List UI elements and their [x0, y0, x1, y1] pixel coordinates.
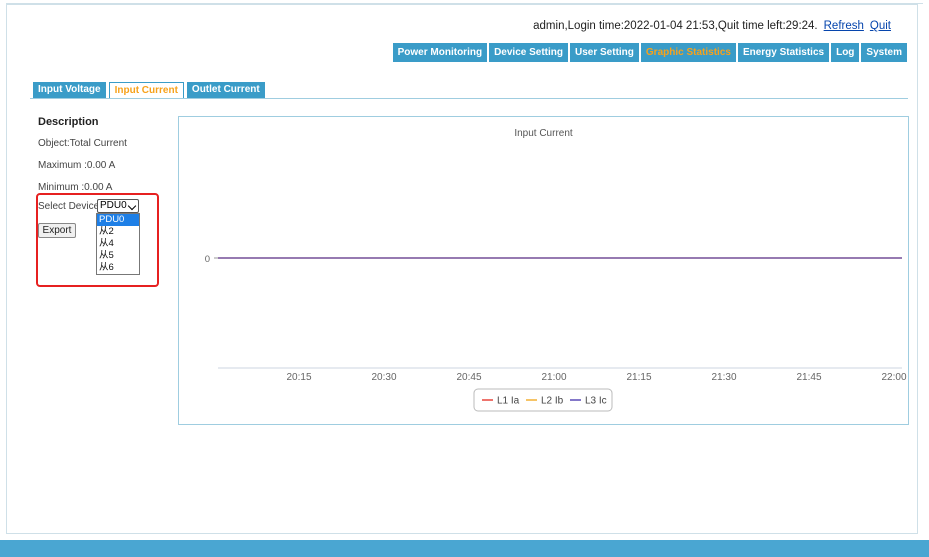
nav-energy-statistics[interactable]: Energy Statistics [737, 43, 830, 62]
device-option[interactable]: 从4 [97, 238, 139, 250]
maximum-value: Maximum :0.00 A [38, 160, 116, 171]
device-select-value: PDU0 [100, 200, 127, 211]
export-button[interactable]: Export [38, 223, 76, 238]
device-option[interactable]: 从2 [97, 226, 139, 238]
device-option[interactable]: PDU0 [97, 214, 139, 226]
tab-outlet-current[interactable]: Outlet Current [186, 82, 265, 98]
nav-device-setting[interactable]: Device Setting [489, 43, 568, 62]
input-current-chart: Input Current 0 20:15 20:30 20:45 21:00 21:15 2… [205, 128, 907, 412]
legend-label: L2 Ib [541, 396, 564, 407]
sub-tabs: Input Voltage Input Current Outlet Curre… [33, 82, 265, 98]
nav-log[interactable]: Log [831, 43, 860, 62]
x-tick-label: 21:15 [626, 372, 651, 383]
x-tick-label: 20:30 [371, 372, 396, 383]
chevron-down-icon [127, 201, 137, 211]
legend-label: L3 Ic [585, 396, 607, 407]
description-title: Description [38, 116, 99, 128]
nav-system[interactable]: System [861, 43, 907, 62]
x-tick-label: 22:00 [881, 372, 906, 383]
quit-link[interactable]: Quit [870, 20, 891, 32]
login-info: admin,Login time:2022-01-04 21:53,Quit t… [533, 20, 818, 32]
y-tick-label: 0 [205, 254, 210, 265]
x-tick-label: 21:45 [796, 372, 821, 383]
refresh-link[interactable]: Refresh [824, 20, 864, 32]
select-device-label: Select Device: [38, 201, 102, 212]
chart-title: Input Current [514, 128, 573, 139]
tab-input-current[interactable]: Input Current [108, 82, 184, 98]
device-option[interactable]: 从5 [97, 250, 139, 262]
footer-bar [0, 540, 929, 557]
nav-power-monitoring[interactable]: Power Monitoring [392, 43, 488, 62]
x-tick-label: 20:15 [286, 372, 311, 383]
x-tick-label: 20:45 [456, 372, 481, 383]
minimum-value: Minimum :0.00 A [38, 182, 113, 193]
x-tick-label: 21:30 [711, 372, 736, 383]
nav-user-setting[interactable]: User Setting [570, 43, 639, 62]
legend-label: L1 Ia [497, 396, 520, 407]
device-dropdown: PDU0 从2 从4 从5 从6 [96, 213, 140, 275]
device-select[interactable]: PDU0 [97, 199, 139, 213]
description-panel: Description Object:Total Current Maximum… [38, 116, 127, 204]
main-nav: Power Monitoring Device Setting User Set… [392, 43, 907, 62]
tab-input-voltage[interactable]: Input Voltage [33, 82, 106, 98]
login-bar: admin,Login time:2022-01-04 21:53,Quit t… [533, 20, 891, 32]
tab-divider [30, 98, 908, 99]
x-tick-label: 21:00 [541, 372, 566, 383]
device-option[interactable]: 从6 [97, 262, 139, 274]
nav-graphic-statistics[interactable]: Graphic Statistics [640, 43, 736, 62]
object-label: Object:Total Current [38, 138, 127, 149]
